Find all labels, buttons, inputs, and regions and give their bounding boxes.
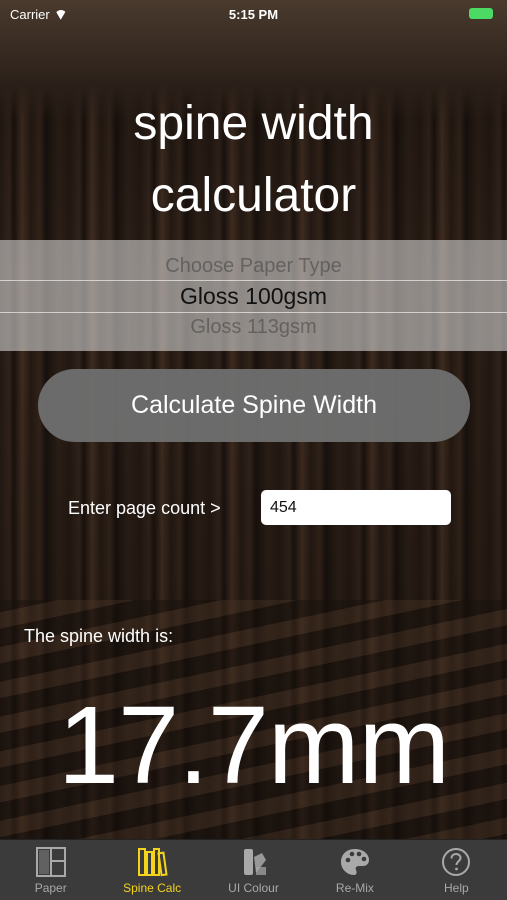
- tab-re-mix[interactable]: Re-Mix: [304, 840, 405, 900]
- tab-label-spine-calc: Spine Calc: [123, 881, 182, 895]
- tab-ui-colour[interactable]: UI Colour: [203, 840, 304, 900]
- tab-bar: Paper Spine Calc UI Colour Re-Mix Help: [0, 839, 507, 900]
- page-count-label: Enter page count >: [68, 498, 221, 518]
- page-title: spine width calculator: [0, 88, 507, 232]
- paper-type-picker[interactable]: Choose Paper Type Gloss 100gsm Gloss 113…: [0, 240, 507, 351]
- tab-help[interactable]: Help: [406, 840, 507, 900]
- spine-width-label: The spine width is:: [24, 626, 174, 646]
- tab-spine-calc[interactable]: Spine Calc: [101, 840, 202, 900]
- palette-icon: [339, 847, 371, 877]
- picker-selection-line-bottom: [0, 312, 507, 313]
- tab-label-paper: Paper: [34, 881, 67, 895]
- question-icon: [440, 847, 472, 877]
- picker-option-below[interactable]: Gloss 113gsm: [0, 316, 507, 339]
- calculate-spine-width-button[interactable]: Calculate Spine Width: [38, 369, 470, 442]
- spine-width-value: 17.7mm: [57, 684, 450, 807]
- tab-label-ui-colour: UI Colour: [228, 881, 279, 895]
- picker-option-above[interactable]: Choose Paper Type: [0, 255, 507, 278]
- title-line-1: spine width: [133, 97, 374, 150]
- page-count-input[interactable]: [261, 490, 451, 525]
- status-bar: Carrier 5:15 PM: [0, 0, 507, 28]
- battery-icon: [469, 8, 493, 19]
- books-icon: [136, 847, 168, 877]
- tab-label-help: Help: [443, 881, 469, 895]
- swatch-icon: [238, 847, 270, 877]
- picker-option-selected[interactable]: Gloss 100gsm: [0, 283, 507, 310]
- layout-icon: [35, 847, 67, 877]
- tab-paper[interactable]: Paper: [0, 840, 101, 900]
- status-time: 5:15 PM: [228, 7, 279, 22]
- title-line-2: calculator: [150, 169, 357, 222]
- tab-label-re-mix: Re-Mix: [335, 881, 374, 895]
- picker-selection-line-top: [0, 280, 507, 281]
